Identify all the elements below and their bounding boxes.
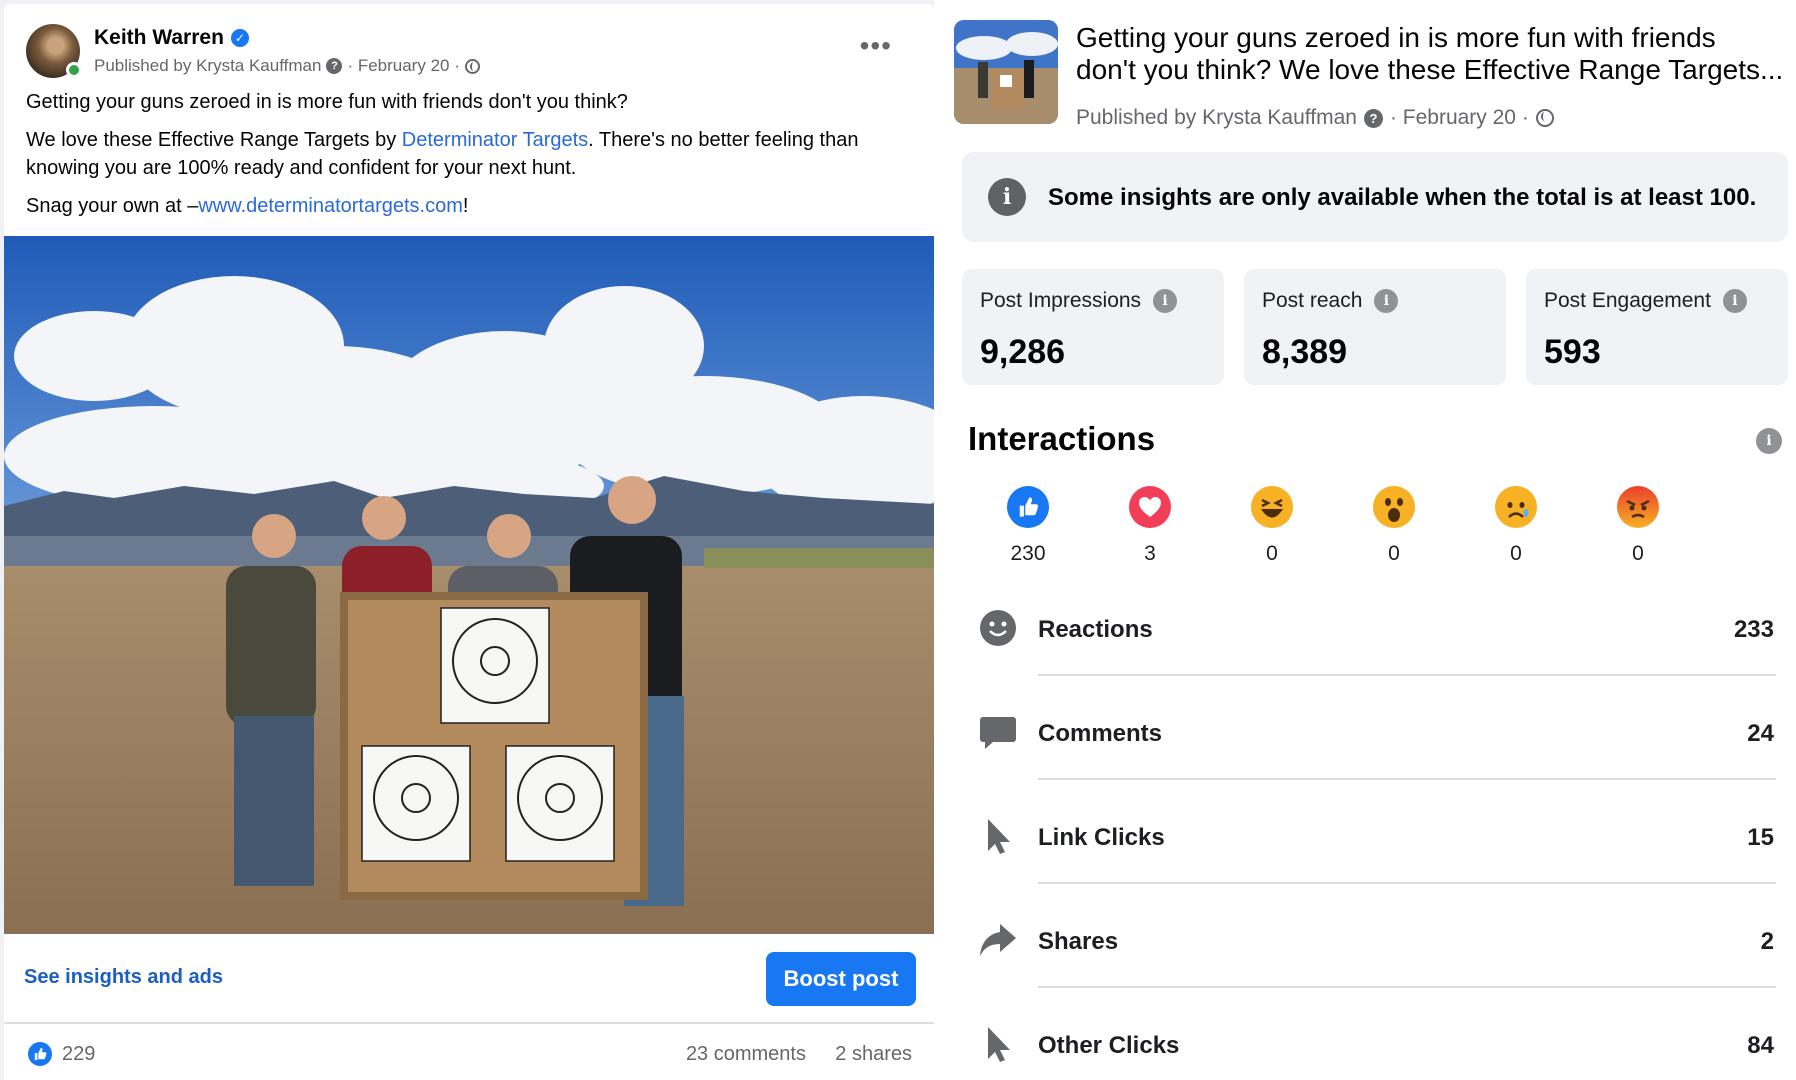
info-icon[interactable]: i — [1722, 289, 1747, 313]
share-arrow-icon — [978, 920, 1018, 960]
row-link-clicks[interactable]: Link Clicks 15 — [978, 794, 1782, 898]
published-by-text: Published by Krysta Kauffman — [94, 56, 322, 75]
cursor-icon — [978, 816, 1018, 856]
reaction-count: 230 — [1010, 542, 1046, 565]
smiley-icon — [978, 608, 1018, 648]
like-icon — [1007, 486, 1049, 528]
info-icon[interactable]: i — [1153, 289, 1178, 313]
row-label: Reactions — [1038, 616, 1153, 643]
row-comments[interactable]: Comments 24 — [978, 690, 1782, 794]
row-value: 24 — [1747, 720, 1774, 747]
metric-value: 593 — [1544, 333, 1601, 371]
title-line-1: Getting your guns zeroed in is more fun … — [1076, 22, 1716, 53]
paragraph-3-text: Snag your own at – — [26, 195, 199, 217]
determinator-targets-link[interactable]: Determinator Targets — [402, 129, 588, 151]
verified-badge-icon: ✓ — [230, 29, 249, 47]
post-date: · February 20 · — [1389, 106, 1529, 129]
divider — [1038, 778, 1776, 780]
divider — [1038, 674, 1776, 676]
post-paragraph-2: We love these Effective Range Targets by… — [26, 126, 910, 182]
row-label: Link Clicks — [1038, 824, 1165, 851]
row-label: Other Clicks — [1038, 1032, 1180, 1059]
reaction-love: 3 — [1120, 486, 1180, 566]
divider — [1038, 986, 1776, 988]
post-header: Keith Warren ✓ Published by Krysta Kauff… — [26, 20, 934, 80]
published-by-text: Published by Krysta Kauffman — [1076, 106, 1357, 129]
paragraph-2-text: We love these Effective Range Targets by — [26, 129, 402, 151]
row-value: 84 — [1747, 1032, 1774, 1059]
online-status-dot — [66, 62, 82, 78]
globe-icon — [1535, 109, 1554, 127]
row-label: Comments — [1038, 720, 1163, 747]
wow-icon — [1373, 486, 1415, 528]
row-other-clicks[interactable]: Other Clicks 84 — [978, 1002, 1782, 1080]
post-date[interactable]: · February 20 · — [347, 56, 459, 76]
paragraph-3-text-end: ! — [462, 195, 469, 217]
cursor-icon — [978, 1024, 1018, 1064]
insights-panel: Getting your guns zeroed in is more fun … — [934, 0, 1796, 1080]
boost-post-button[interactable]: Boost post — [766, 952, 916, 1006]
metric-label: Post Impressions — [980, 289, 1142, 312]
reaction-count: 0 — [1632, 542, 1644, 565]
metric-value: 9,286 — [980, 333, 1066, 371]
facebook-post: Keith Warren ✓ Published by Krysta Kauff… — [4, 4, 934, 1080]
metric-value: 8,389 — [1262, 333, 1348, 371]
metric-post-engagement: Post Engagement i 593 — [1526, 269, 1788, 385]
post-stats: 229 23 comments 2 shares — [4, 1024, 934, 1080]
reaction-count: 0 — [1266, 542, 1278, 565]
post-meta: Published by Krysta Kauffman ? · Februar… — [94, 56, 480, 76]
reaction-sad: 0 — [1486, 486, 1546, 566]
row-label: Shares — [1038, 928, 1119, 955]
reaction-angry: 0 — [1608, 486, 1668, 566]
row-value: 15 — [1747, 824, 1774, 851]
insights-post-meta: Published by Krysta Kauffman ? · Februar… — [1076, 106, 1554, 130]
insights-post-title: Getting your guns zeroed in is more fun … — [1076, 22, 1786, 86]
info-icon: i — [988, 178, 1026, 216]
shares-count[interactable]: 2 shares — [835, 1043, 912, 1066]
help-icon[interactable]: ? — [1363, 108, 1383, 128]
globe-icon — [464, 58, 480, 74]
post-paragraph-3: Snag your own at –www.determinatortarget… — [26, 192, 910, 220]
like-icon — [28, 1042, 52, 1066]
love-icon — [1129, 486, 1171, 528]
author-name[interactable]: Keith Warren ✓ — [94, 26, 249, 50]
reaction-count: 3 — [1144, 542, 1156, 565]
angry-icon — [1617, 486, 1659, 528]
like-count[interactable]: 229 — [62, 1043, 95, 1066]
divider — [1038, 882, 1776, 884]
info-icon[interactable]: i — [1374, 289, 1399, 313]
help-icon[interactable]: ? — [326, 58, 343, 74]
metric-label: Post reach — [1262, 289, 1363, 312]
sad-icon — [1495, 486, 1537, 528]
title-line-2: don't you think? We love these Effective… — [1076, 54, 1784, 85]
more-options-icon[interactable]: ••• — [860, 32, 892, 60]
notice-text: Some insights are only available when th… — [1048, 184, 1757, 211]
post-footer: See insights and ads Boost post — [4, 934, 934, 1024]
post-thumbnail — [954, 20, 1058, 124]
reaction-count: 0 — [1388, 542, 1400, 565]
see-insights-link[interactable]: See insights and ads — [24, 966, 223, 989]
insights-notice: i Some insights are only available when … — [962, 152, 1788, 242]
post-photo[interactable] — [4, 236, 934, 934]
row-value: 233 — [1733, 616, 1774, 643]
reaction-count: 0 — [1510, 542, 1522, 565]
row-reactions[interactable]: Reactions 233 — [978, 586, 1782, 690]
reaction-haha: 0 — [1242, 486, 1302, 566]
post-body: Getting your guns zeroed in is more fun … — [26, 88, 910, 230]
metric-post-impressions: Post Impressions i 9,286 — [962, 269, 1224, 385]
metric-label: Post Engagement — [1544, 289, 1711, 312]
info-icon[interactable]: i — [1756, 428, 1782, 454]
reaction-wow: 0 — [1364, 486, 1424, 566]
metric-post-reach: Post reach i 8,389 — [1244, 269, 1506, 385]
comment-bubble-icon — [978, 712, 1018, 752]
post-paragraph-1: Getting your guns zeroed in is more fun … — [26, 91, 628, 113]
row-shares[interactable]: Shares 2 — [978, 898, 1782, 1002]
haha-icon — [1251, 486, 1293, 528]
author-name-text[interactable]: Keith Warren — [94, 26, 224, 50]
interactions-title: Interactions — [968, 420, 1156, 457]
comments-count[interactable]: 23 comments — [686, 1043, 806, 1066]
reaction-like: 230 — [998, 486, 1058, 566]
website-link[interactable]: www.determinatortargets.com — [198, 195, 463, 217]
row-value: 2 — [1760, 928, 1774, 955]
